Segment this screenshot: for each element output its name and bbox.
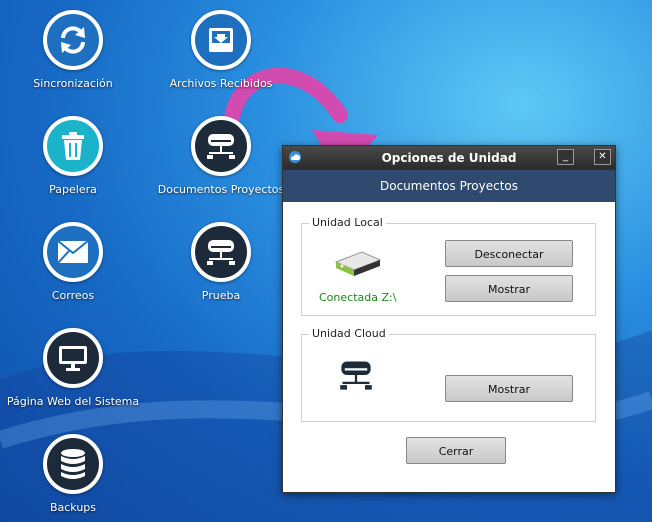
network-drive-icon <box>340 361 372 390</box>
drive-options-dialog: Opciones de Unidad _ ✕ Documentos Proyec… <box>282 145 616 493</box>
desktop-icon-documentos-proyectos[interactable]: Documentos Proyectos <box>146 116 296 196</box>
desktop-icon-label: Papelera <box>49 183 97 196</box>
local-drive-group: Unidad Local Conectada Z:\ Desconectar M… <box>301 216 596 316</box>
desktop-icon-label: Documentos Proyectos <box>157 183 285 196</box>
desktop-icon-backups[interactable]: Backups <box>0 434 148 514</box>
show-cloud-button[interactable]: Mostrar <box>445 375 573 402</box>
disconnect-button[interactable]: Desconectar <box>445 240 573 267</box>
sync-icon <box>43 10 103 70</box>
desktop-icon-label: Correos <box>51 289 95 302</box>
database-icon <box>43 434 103 494</box>
network-drive-icon <box>191 116 251 176</box>
minimize-button[interactable]: _ <box>557 149 574 165</box>
desktop-icon-archivos-recibidos[interactable]: Archivos Recibidos <box>146 10 296 90</box>
close-button[interactable]: Cerrar <box>406 437 506 464</box>
desktop-icon-label: Archivos Recibidos <box>169 77 273 90</box>
inbox-icon <box>191 10 251 70</box>
show-local-button[interactable]: Mostrar <box>445 275 573 302</box>
close-window-button[interactable]: ✕ <box>594 149 611 165</box>
desktop-icon-pagina-web[interactable]: Página Web del Sistema <box>0 328 148 408</box>
desktop-icon-label: Backups <box>49 501 97 514</box>
cloud-drive-group-title: Unidad Cloud <box>309 327 389 340</box>
desktop-icon-label: Página Web del Sistema <box>6 395 140 408</box>
trash-icon <box>43 116 103 176</box>
cloud-drive-group: Unidad Cloud Mostrar <box>301 327 596 422</box>
network-drive-icon <box>191 222 251 282</box>
desktop-icon-correos[interactable]: Correos <box>0 222 148 302</box>
desktop-icon-sincronizacion[interactable]: Sincronización <box>0 10 148 90</box>
mail-icon <box>43 222 103 282</box>
desktop-icon-label: Prueba <box>201 289 241 302</box>
desktop-icon-label: Sincronización <box>33 77 113 90</box>
dialog-titlebar[interactable]: Opciones de Unidad _ ✕ <box>283 146 615 170</box>
local-drive-group-title: Unidad Local <box>309 216 386 229</box>
desktop-icon-papelera[interactable]: Papelera <box>0 116 148 196</box>
connected-drive-icon <box>334 251 382 276</box>
drive-name-header: Documentos Proyectos <box>283 170 615 202</box>
monitor-icon <box>43 328 103 388</box>
local-drive-status: Conectada Z:\ <box>319 291 397 304</box>
desktop-icon-prueba[interactable]: Prueba <box>146 222 296 302</box>
